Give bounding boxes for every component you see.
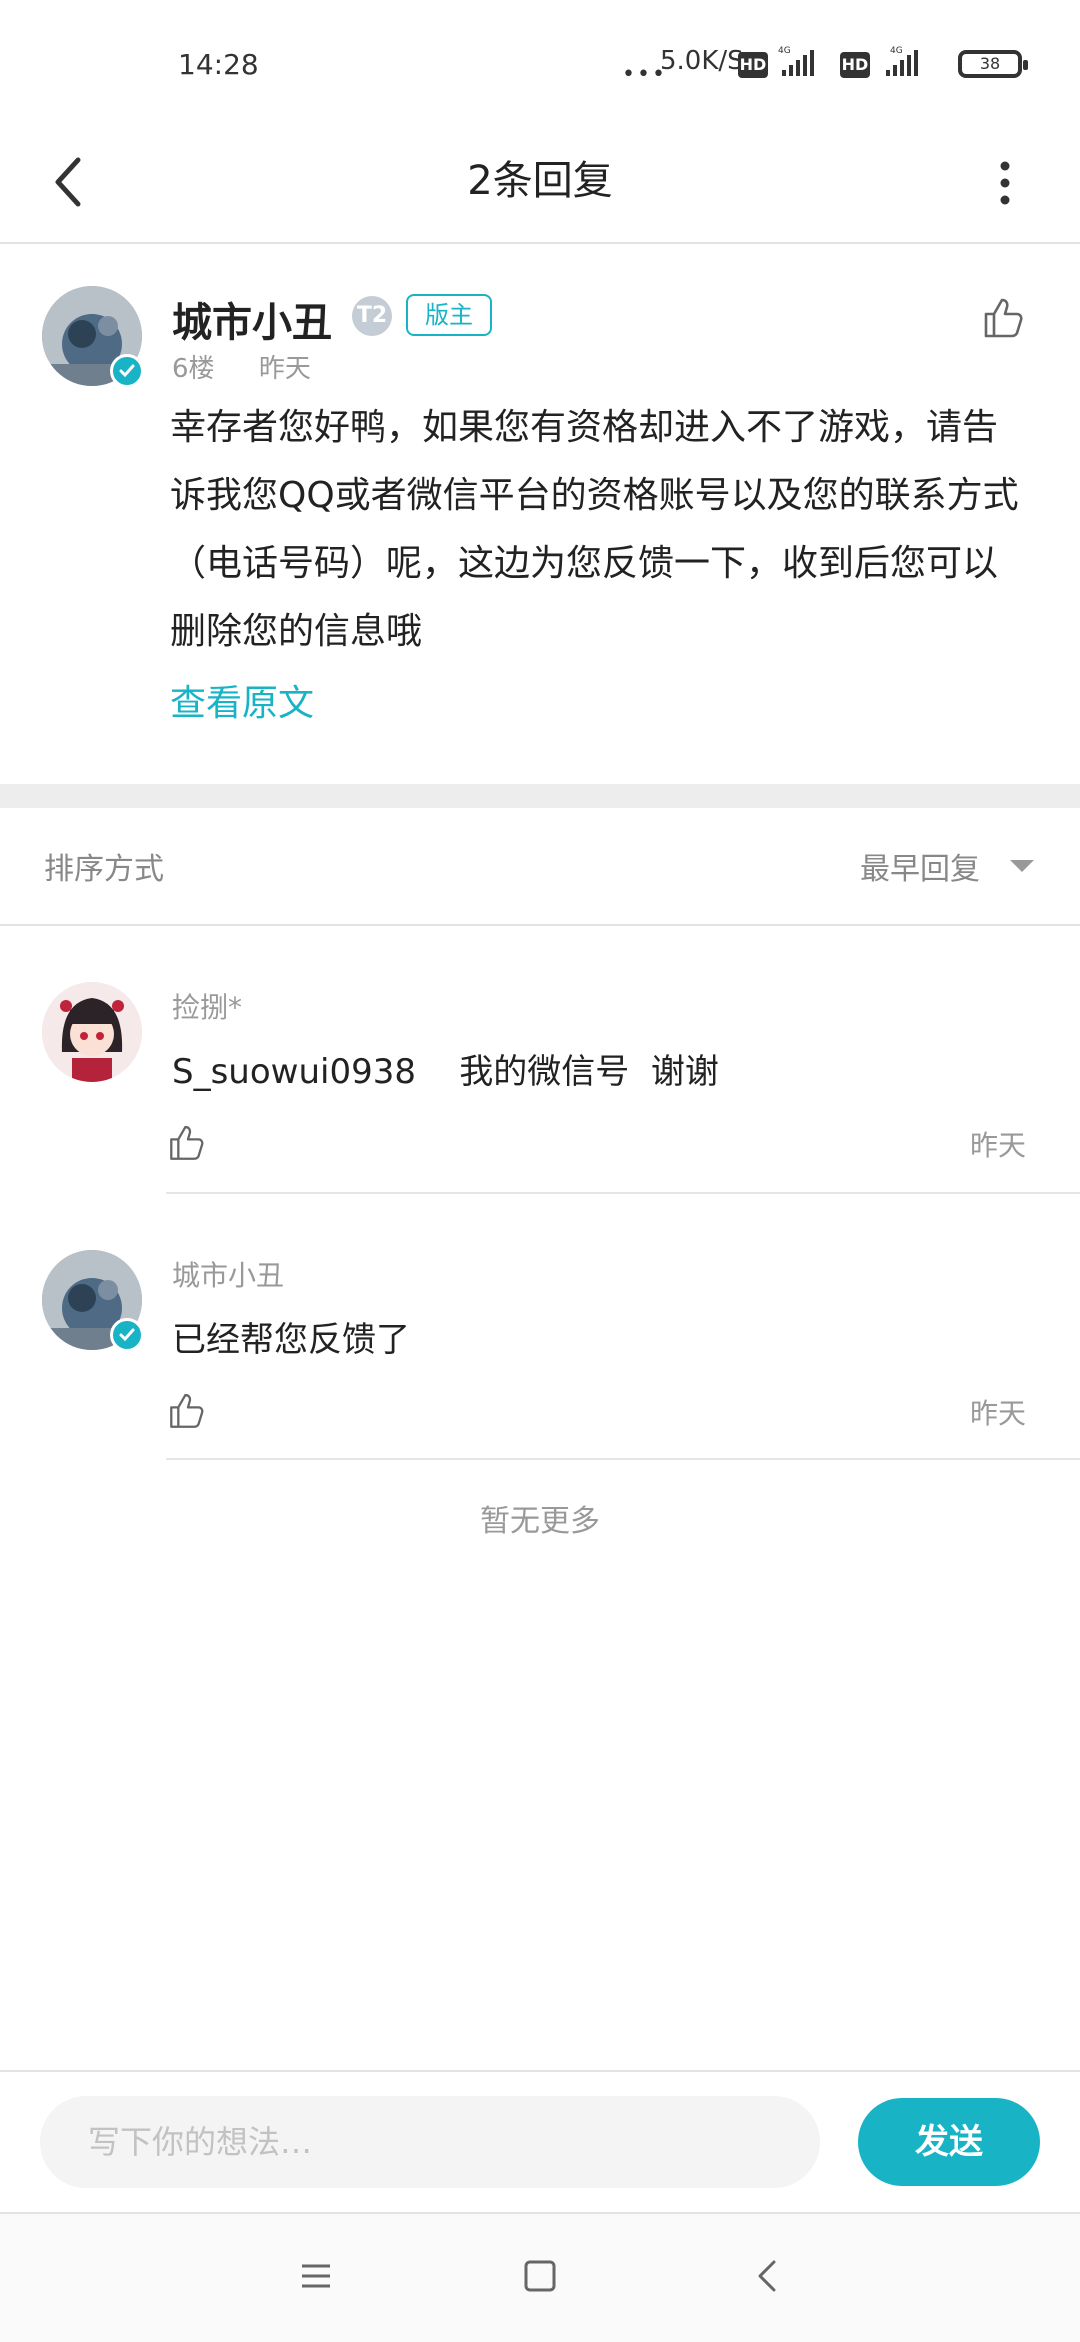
no-more-text: 暂无更多 (480, 1504, 600, 1539)
hd-badge-1: HD (738, 52, 768, 78)
chevron-down-icon[interactable] (1010, 860, 1034, 872)
battery-icon: 38 (958, 50, 1028, 78)
reply-time: 昨天 (970, 1397, 1027, 1430)
more-icon[interactable] (980, 148, 1030, 218)
reply-item: 城市小丑 已经帮您反馈了 昨天 (0, 1194, 1080, 1462)
reply-time: 昨天 (970, 1129, 1027, 1162)
reply-divider (166, 1458, 1080, 1460)
back-icon[interactable] (40, 142, 100, 222)
status-time: 14:28 (178, 48, 259, 81)
reply-author-name[interactable]: 城市小丑 (172, 1254, 284, 1294)
comment-bar: 发送 (0, 2070, 1080, 2214)
system-nav-bar (0, 2212, 1080, 2342)
network-speed: 5.0K/S (660, 46, 744, 76)
signal-icon-1: 4G (778, 46, 814, 76)
home-icon[interactable] (520, 2256, 560, 2296)
header: 2条回复 (0, 120, 1080, 244)
reply-text: 已经帮您反馈了 (172, 1320, 410, 1360)
signal-icon-2: 4G (886, 46, 918, 76)
reply-item: 捡捌* S_suowui0938 我的微信号 谢谢 昨天 (0, 924, 1080, 1194)
post-floor: 6楼 (172, 354, 215, 384)
sort-label: 排序方式 (44, 852, 164, 887)
network-type-label-2: 4G (890, 46, 903, 56)
thumbs-up-icon[interactable] (166, 1388, 210, 1432)
post-time: 昨天 (258, 354, 311, 384)
level-badge: T2 (352, 296, 392, 336)
post-author-name[interactable]: 城市小丑 (172, 290, 332, 348)
verified-icon (110, 1318, 144, 1352)
reply-avatar-image (42, 982, 142, 1082)
view-original-link[interactable]: 查看原文 (170, 674, 314, 726)
thumbs-up-icon[interactable] (980, 292, 1030, 342)
reply-avatar[interactable] (42, 982, 142, 1082)
post-meta: 6楼 昨天 (172, 348, 311, 385)
network-type-label: 4G (778, 46, 791, 56)
page-title: 2条回复 (467, 158, 613, 204)
sort-dropdown[interactable]: 最早回复 (860, 844, 980, 888)
comment-input[interactable] (40, 2096, 820, 2188)
battery-level: 38 (979, 54, 1001, 73)
reply-text: S_suowui0938 我的微信号 谢谢 (172, 1052, 719, 1092)
status-bar: 14:28 ••• 5.0K/S HD 4G HD 4G 38 (0, 0, 1080, 120)
verified-icon (110, 354, 144, 388)
thumbs-up-icon[interactable] (166, 1120, 210, 1164)
send-button[interactable]: 发送 (858, 2098, 1040, 2186)
moderator-badge: 版主 (406, 294, 492, 336)
back-nav-icon[interactable] (748, 2256, 788, 2296)
hd-badge-2: HD (840, 52, 870, 78)
post-body: 幸存者您好鸭，如果您有资格却进入不了游戏，请告诉我您QQ或者微信平台的资格账号以… (170, 407, 1019, 652)
reply-author-name[interactable]: 捡捌* (172, 986, 242, 1026)
menu-icon[interactable] (296, 2256, 336, 2296)
section-divider (0, 784, 1080, 808)
original-post: 城市小丑 T2 版主 6楼 昨天 幸存者您好鸭，如果您有资格却进入不了游戏，请告… (0, 244, 1080, 784)
sort-row: 排序方式 最早回复 (0, 808, 1080, 926)
